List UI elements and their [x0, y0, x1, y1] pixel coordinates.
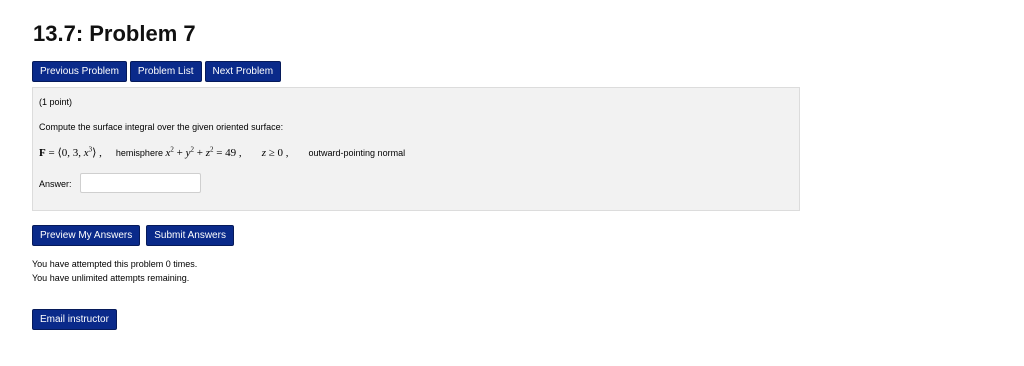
- surface-label: hemisphere: [115, 148, 163, 158]
- z-condition: z ≥ 0 ,: [261, 147, 289, 159]
- attempts-text: You have attempted this problem 0 times.: [32, 259, 198, 269]
- next-problem-button[interactable]: Next Problem: [204, 61, 282, 82]
- page-title: 13.7: Problem 7: [33, 21, 196, 46]
- submit-row: Preview My Answers Submit Answers: [32, 225, 234, 246]
- problem-box: (1 point) Compute the surface integral o…: [32, 87, 800, 211]
- problem-list-button[interactable]: Problem List: [129, 61, 202, 82]
- problem-nav: Previous Problem Problem List Next Probl…: [32, 61, 282, 82]
- answer-input[interactable]: [80, 173, 201, 193]
- answer-label: Answer:: [39, 179, 72, 189]
- remaining-text: You have unlimited attempts remaining.: [32, 273, 190, 283]
- vector-field: F = ⟨0, 3, x3⟩ ,: [39, 145, 102, 159]
- problem-prompt: Compute the surface integral over the gi…: [39, 122, 284, 132]
- email-instructor-button[interactable]: Email instructor: [32, 309, 117, 330]
- points-label: (1 point): [39, 97, 73, 107]
- page: 13.7: Problem 7 Previous Problem Problem…: [0, 0, 1024, 366]
- attempt-status: You have attempted this problem 0 times.…: [32, 257, 197, 285]
- preview-answers-button[interactable]: Preview My Answers: [32, 225, 141, 246]
- previous-problem-button[interactable]: Previous Problem: [32, 61, 127, 82]
- submit-answers-button[interactable]: Submit Answers: [146, 225, 234, 246]
- orientation-label: outward-pointing normal: [308, 148, 406, 158]
- problem-statement: F = ⟨0, 3, x3⟩ , hemisphere x2 + y2 + z2…: [39, 146, 405, 159]
- surface-equation: x2 + y2 + z2 = 49 ,: [165, 145, 242, 159]
